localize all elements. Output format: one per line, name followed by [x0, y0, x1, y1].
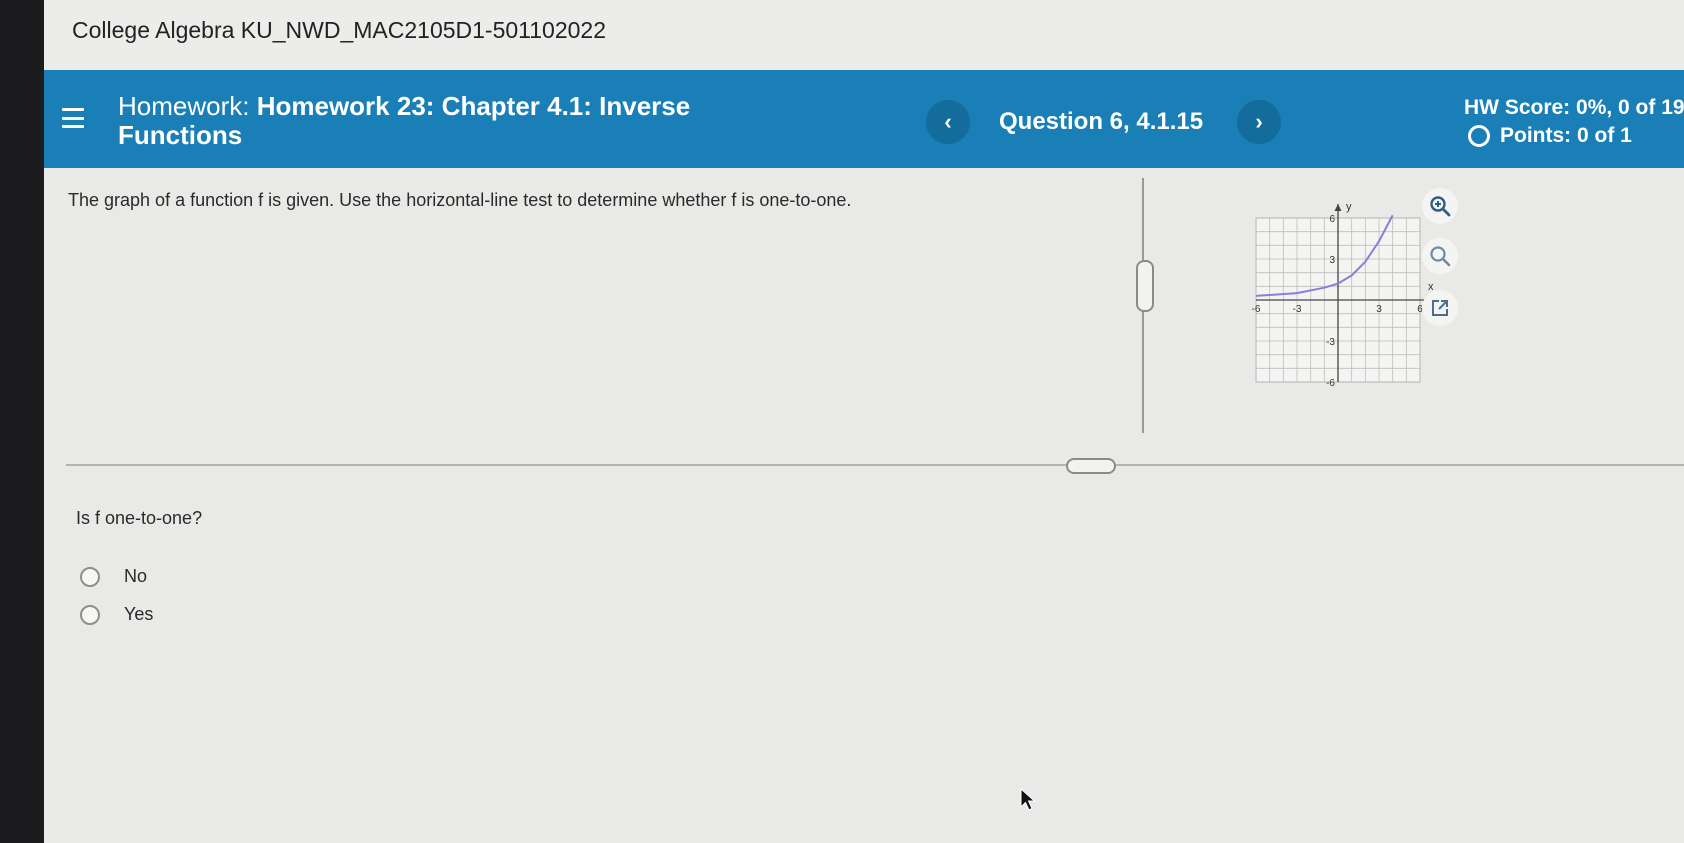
question-text: Is f one-to-one? — [76, 508, 203, 528]
previous-question-button[interactable]: ‹ — [926, 100, 970, 144]
points-status: Points: 0 of 1 — [1468, 124, 1632, 148]
points-text: Points: 0 of 1 — [1500, 124, 1632, 147]
option-no[interactable]: No — [80, 566, 147, 587]
course-bar: College Algebra KU_NWD_MAC2105D1-5011020… — [44, 0, 1684, 70]
pop-out-icon — [1432, 300, 1448, 316]
mouse-cursor-icon — [1020, 788, 1036, 811]
points-circle-icon — [1468, 125, 1490, 147]
x-tick-label: 3 — [1376, 304, 1382, 315]
y-tick-label: -6 — [1326, 378, 1335, 389]
homework-prefix: Homework: — [118, 91, 250, 121]
function-graph: -6 -3 3 663-3-6 x y — [1252, 201, 1434, 389]
pop-out-button[interactable] — [1422, 290, 1458, 326]
x-tick-label: -6 — [1252, 304, 1261, 315]
homework-header: Homework: Homework 23: Chapter 4.1: Inve… — [44, 70, 1684, 168]
option-yes[interactable]: Yes — [80, 604, 153, 625]
homework-title-line2: Functions — [118, 120, 243, 150]
zoom-out-button[interactable] — [1422, 238, 1458, 274]
y-axis-label: y — [1346, 201, 1352, 213]
y-axis-arrow — [1334, 204, 1342, 211]
radio-no[interactable] — [80, 566, 100, 587]
horizontal-resize-handle[interactable] — [1066, 458, 1116, 474]
question-label: Question 6, 4.1.15 — [999, 108, 1204, 135]
menu-icon[interactable] — [62, 108, 84, 128]
radio-yes[interactable] — [80, 604, 100, 625]
chevron-left-icon: ‹ — [944, 109, 952, 134]
course-title: College Algebra KU_NWD_MAC2105D1-5011020… — [72, 17, 606, 43]
homework-title-line1: Homework 23: Chapter 4.1: Inverse — [256, 91, 691, 121]
horizontal-divider — [66, 464, 1684, 466]
hw-score: HW Score: 0%, 0 of 19 — [1464, 96, 1684, 119]
option-yes-label: Yes — [124, 604, 154, 624]
option-no-label: No — [124, 566, 148, 586]
chevron-right-icon: › — [1255, 109, 1263, 134]
zoom-in-button[interactable] — [1422, 188, 1458, 224]
next-question-button[interactable]: › — [1237, 100, 1281, 144]
zoom-in-icon — [1430, 196, 1451, 217]
zoom-out-icon — [1430, 246, 1451, 267]
y-tick-label: 3 — [1329, 255, 1335, 266]
problem-prompt: The graph of a function f is given. Use … — [68, 190, 852, 210]
y-tick-label: 6 — [1329, 214, 1335, 225]
vertical-resize-handle[interactable] — [1136, 260, 1154, 312]
homework-title: Homework: Homework 23: Chapter 4.1: Inve… — [118, 92, 758, 150]
x-tick-label: -3 — [1293, 304, 1302, 315]
y-tick-label: -3 — [1326, 337, 1335, 348]
screen: College Algebra KU_NWD_MAC2105D1-5011020… — [44, 0, 1684, 843]
